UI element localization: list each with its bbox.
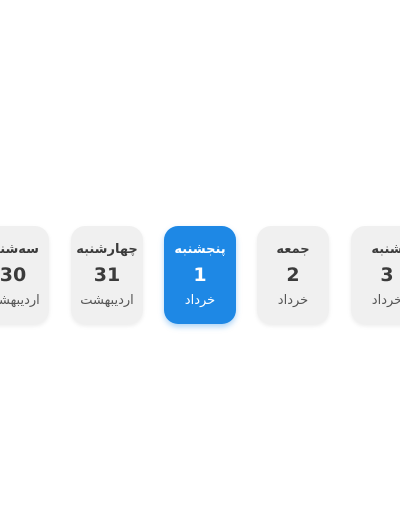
day-weekday: جمعه <box>276 242 310 257</box>
day-weekday: پنجشنبه <box>174 242 226 257</box>
day-number: 3 <box>380 264 394 286</box>
day-card-1-khordad-selected[interactable]: پنجشنبه 1 خرداد <box>164 226 236 324</box>
app-screen: سه‌شنبه 30 اردیبهشت چهارشنبه 31 اردیبهشت… <box>0 0 400 525</box>
day-number: 30 <box>0 264 27 286</box>
day-number: 1 <box>193 264 207 286</box>
day-card-2-khordad[interactable]: جمعه 2 خرداد <box>257 226 329 324</box>
day-month: اردیبهشت <box>80 293 134 308</box>
day-month: خرداد <box>277 293 309 308</box>
day-number: 31 <box>93 264 121 286</box>
day-card-3-khordad[interactable]: شنبه 3 خرداد <box>351 226 400 324</box>
day-month: خرداد <box>371 293 400 308</box>
day-weekday: سه‌شنبه <box>0 242 39 257</box>
date-strip[interactable]: سه‌شنبه 30 اردیبهشت چهارشنبه 31 اردیبهشت… <box>0 226 400 324</box>
day-weekday: شنبه <box>371 242 400 257</box>
day-month: خرداد <box>184 293 216 308</box>
day-card-30-ordibehesht[interactable]: سه‌شنبه 30 اردیبهشت <box>0 226 49 324</box>
day-number: 2 <box>286 264 300 286</box>
day-card-31-ordibehesht[interactable]: چهارشنبه 31 اردیبهشت <box>71 226 143 324</box>
day-weekday: چهارشنبه <box>76 242 138 257</box>
day-month: اردیبهشت <box>0 293 40 308</box>
